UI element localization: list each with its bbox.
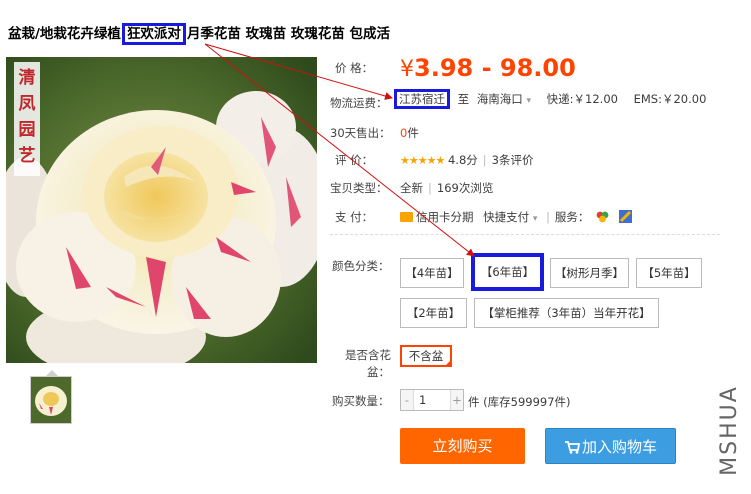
guarantee-badge-icon[interactable] xyxy=(618,210,632,223)
quantity-minus-button[interactable]: - xyxy=(401,390,413,410)
title-highlight: 狂欢派对 xyxy=(121,23,186,45)
quantity-plus-button[interactable]: + xyxy=(451,390,463,410)
payment-methods: 信用卡分期 快捷支付 ▾ | 服务： xyxy=(400,209,632,225)
express-fee: 快递:￥12.00 xyxy=(546,92,618,106)
ship-from-location: 江苏宿迁 xyxy=(394,89,450,109)
separator: | xyxy=(482,153,487,167)
rating-stars: ★★★★★ xyxy=(400,154,445,167)
selected-corner-icon xyxy=(444,359,452,367)
separator: | xyxy=(546,210,550,224)
item-condition: 全新 xyxy=(400,181,423,195)
ship-to-word: 至 xyxy=(457,92,470,106)
quantity-stepper[interactable]: - 1 + xyxy=(400,389,464,411)
sales-value: 0件 xyxy=(400,125,419,141)
credit-card-icon xyxy=(400,212,413,222)
thumbnail-image[interactable] xyxy=(30,376,72,424)
pot-label: 是否含花 盆： xyxy=(345,348,391,379)
title-suffix: 月季花苗 玫瑰苗 玫瑰花苗 包成活 xyxy=(186,26,391,42)
sku-label: 颜色分类： xyxy=(332,259,390,273)
quantity-label: 购买数量： xyxy=(332,394,390,408)
chevron-down-icon: ▾ xyxy=(526,96,531,106)
shipping-label: 物流运费： xyxy=(330,96,388,110)
sku-option-2-year[interactable]: 【2年苗】 xyxy=(400,298,467,328)
sku-option-5-year[interactable]: 【5年苗】 xyxy=(636,258,702,288)
sales-label: 30天售出： xyxy=(330,126,391,140)
rating-value: ★★★★★ 4.8分 | 3条评价 xyxy=(400,152,533,168)
ship-to-dropdown[interactable]: 海南海口 ▾ xyxy=(477,92,531,106)
cart-icon xyxy=(564,431,581,467)
ship-to-location: 海南海口 xyxy=(476,92,523,106)
rating-label: 评 价： xyxy=(335,153,374,167)
price-value: ¥3.98 - 98.00 xyxy=(400,54,576,82)
view-count: 169次浏览 xyxy=(436,181,494,195)
item-type-value: 全新 | 169次浏览 xyxy=(400,180,493,196)
watermark: MSHUA xyxy=(716,384,742,476)
service-label: 服务： xyxy=(554,210,590,224)
thumbnail-rose xyxy=(31,377,71,423)
buy-now-button[interactable]: 立刻购买 xyxy=(400,428,525,464)
add-to-cart-button[interactable]: 加入购物车 xyxy=(545,428,676,464)
currency-symbol: ¥ xyxy=(400,57,414,82)
sku-option-tree-rose[interactable]: 【树形月季】 xyxy=(550,258,629,288)
payment-label: 支 付： xyxy=(335,210,374,224)
price-range: 3.98 - 98.00 xyxy=(414,54,576,82)
quantity-input[interactable]: 1 xyxy=(413,390,451,410)
quick-pay-link[interactable]: 快捷支付 xyxy=(483,210,529,224)
sku-option-6-year[interactable]: 【6年苗】 xyxy=(471,253,544,291)
price-label: 价 格： xyxy=(335,61,374,75)
sales-unit: 件 xyxy=(407,126,419,140)
sku-option-4-year[interactable]: 【4年苗】 xyxy=(400,258,464,288)
title-prefix: 盆栽/地栽花卉绿植 xyxy=(8,26,121,42)
main-product-image[interactable]: 清 凤 园 艺 xyxy=(6,57,317,363)
shipping-info: 江苏宿迁 至 海南海口 ▾ 快递:￥12.00 EMS:￥20.00 xyxy=(394,89,707,109)
credit-installment-link[interactable]: 信用卡分期 xyxy=(416,210,474,224)
separator: | xyxy=(428,181,432,195)
sku-option-recommended[interactable]: 【掌柜推荐（3年苗）当年开花】 xyxy=(474,298,659,328)
review-count-link[interactable]: 3条评价 xyxy=(492,153,534,167)
chevron-down-icon[interactable]: ▾ xyxy=(533,214,538,224)
brand-stamp: 清 凤 园 艺 xyxy=(18,68,36,166)
quantity-stock: 件 (库存599997件) xyxy=(468,395,571,409)
rating-score: 4.8分 xyxy=(447,153,478,167)
service-badge-icon[interactable] xyxy=(596,210,609,223)
rose-photo xyxy=(6,57,317,363)
ems-fee: EMS:￥20.00 xyxy=(633,92,707,106)
section-divider xyxy=(330,234,720,235)
product-title: 盆栽/地栽花卉绿植 狂欢派对 月季花苗 玫瑰苗 玫瑰花苗 包成活 xyxy=(8,22,608,45)
pot-option-no-pot[interactable]: 不含盆 xyxy=(400,345,452,367)
item-type-label: 宝贝类型： xyxy=(330,181,388,195)
